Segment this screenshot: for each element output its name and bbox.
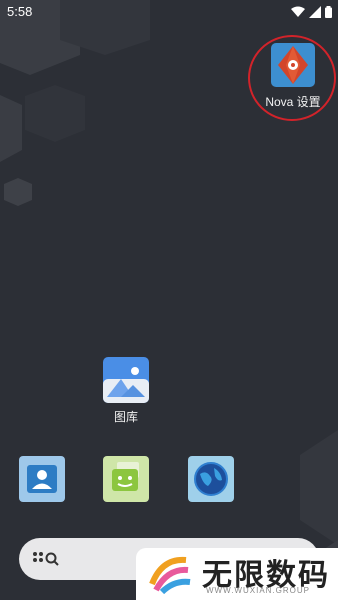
messages-icon[interactable] [103, 456, 149, 502]
signal-icon [309, 5, 321, 23]
contacts-icon[interactable] [19, 456, 65, 502]
gallery-icon [103, 357, 149, 403]
battery-icon [325, 5, 332, 23]
watermark-logo-icon [148, 554, 192, 599]
app-gallery[interactable]: 图库 [96, 357, 156, 425]
watermark: 无限数码 WWW.WUXIAN.GROUP [136, 548, 338, 600]
highlight-ring [248, 35, 336, 121]
watermark-subtitle: WWW.WUXIAN.GROUP [206, 586, 310, 595]
app-gallery-label: 图库 [113, 410, 138, 424]
wifi-icon [291, 5, 305, 23]
status-time: 5:58 [7, 4, 33, 19]
browser-icon[interactable] [188, 456, 234, 502]
status-bar: 5:58 [0, 0, 338, 24]
search-icon [32, 550, 60, 573]
